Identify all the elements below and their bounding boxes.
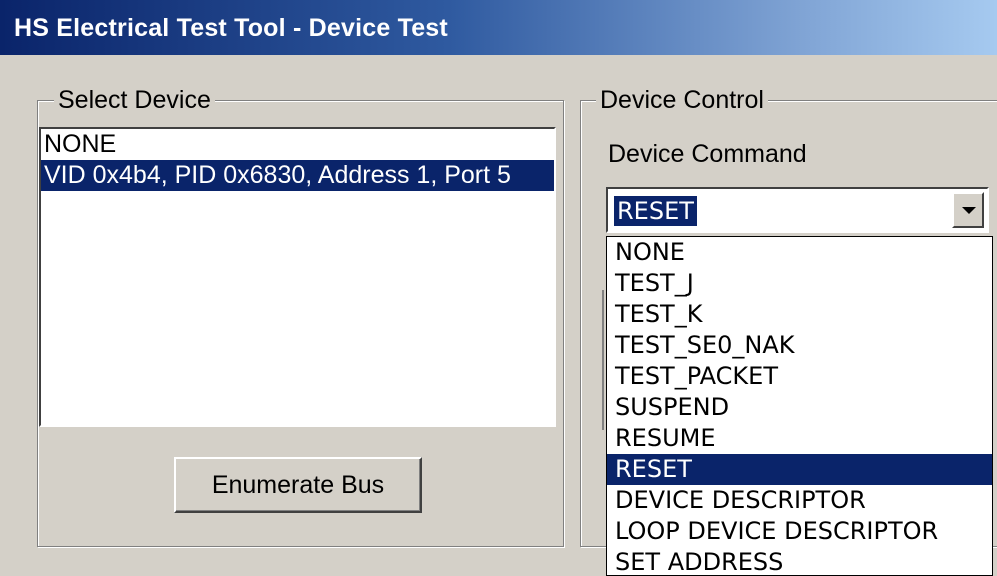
enumerate-bus-button[interactable]: Enumerate Bus: [174, 457, 422, 513]
obscured-control-edge: [602, 290, 604, 430]
device-command-option[interactable]: NONE: [607, 237, 992, 268]
device-command-value: RESET: [613, 195, 698, 227]
device-command-option[interactable]: RESUME: [607, 423, 992, 454]
device-command-option[interactable]: LOOP DEVICE DESCRIPTOR: [607, 516, 992, 547]
device-list-item[interactable]: VID 0x4b4, PID 0x6830, Address 1, Port 5: [41, 160, 554, 191]
device-command-option[interactable]: RESET: [607, 454, 992, 485]
device-command-option[interactable]: SET ADDRESS: [607, 547, 992, 575]
device-list[interactable]: NONE VID 0x4b4, PID 0x6830, Address 1, Po…: [39, 127, 556, 427]
device-command-option[interactable]: TEST_K: [607, 299, 992, 330]
device-list-item[interactable]: NONE: [41, 129, 554, 160]
device-command-option[interactable]: TEST_SE0_NAK: [607, 330, 992, 361]
window-title: HS Electrical Test Tool - Device Test: [14, 14, 448, 42]
device-command-label: Device Command: [608, 140, 807, 168]
device-command-option[interactable]: DEVICE DESCRIPTOR: [607, 485, 992, 516]
device-command-option[interactable]: SUSPEND: [607, 392, 992, 423]
chevron-down-icon[interactable]: [952, 192, 984, 228]
device-command-combobox[interactable]: RESET: [606, 187, 989, 233]
select-device-group-label: Select Device: [54, 86, 215, 115]
device-command-option[interactable]: TEST_PACKET: [607, 361, 992, 392]
device-control-group-label: Device Control: [596, 86, 768, 115]
device-command-option[interactable]: TEST_J: [607, 268, 992, 299]
device-command-dropdown[interactable]: NONE TEST_J TEST_K TEST_SE0_NAK TEST_PACKET S…: [606, 236, 993, 576]
title-bar[interactable]: HS Electrical Test Tool - Device Test: [0, 0, 997, 55]
